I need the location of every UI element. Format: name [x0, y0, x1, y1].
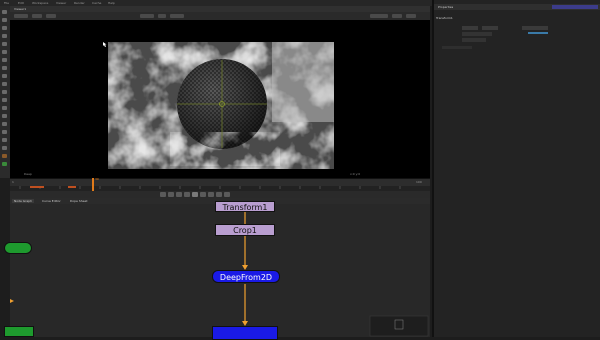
toolsets-tool-icon[interactable] — [2, 106, 7, 110]
current-frame: 30 — [95, 177, 99, 181]
play-forward-button[interactable] — [200, 192, 206, 197]
keyframe-marker[interactable] — [30, 186, 44, 188]
particles-tool-icon[interactable] — [2, 130, 7, 134]
zoom-dropdown[interactable] — [370, 14, 388, 18]
alpha-dropdown[interactable] — [46, 14, 56, 18]
channel-tool-icon[interactable] — [2, 34, 7, 38]
color-tool-icon[interactable] — [2, 42, 7, 46]
properties-tab-bar: Properties — [434, 4, 600, 10]
channels-dropdown[interactable] — [14, 14, 28, 18]
gizmo-tool-icon[interactable] — [2, 146, 7, 150]
input-b-dropdown[interactable] — [170, 14, 184, 18]
properties-row — [442, 32, 592, 36]
viewer-image — [103, 42, 334, 169]
read-node[interactable] — [4, 242, 32, 254]
other-tool-icon[interactable] — [2, 114, 7, 118]
scale-field[interactable] — [462, 38, 486, 42]
viewer-status-right: x:0 y:0 — [350, 172, 361, 176]
properties-controls[interactable] — [552, 5, 598, 9]
viewer-status-left: Deep — [24, 172, 32, 176]
viewer-canvas[interactable] — [10, 20, 430, 178]
furnace-tool-icon[interactable] — [2, 138, 7, 142]
write-node[interactable] — [4, 326, 34, 337]
center-field[interactable] — [522, 26, 548, 30]
link-text[interactable] — [528, 32, 548, 34]
play-back-button[interactable] — [184, 192, 190, 197]
prev-frame-button[interactable] — [176, 192, 182, 197]
transform-tool-icon[interactable] — [2, 74, 7, 78]
tab-node-graph[interactable]: Node Graph — [12, 199, 34, 203]
read-tool-icon[interactable] — [2, 10, 7, 14]
crop1-node[interactable]: Crop1 — [215, 224, 275, 236]
tab-properties[interactable]: Properties — [438, 5, 453, 9]
input-a-dropdown[interactable] — [140, 14, 154, 18]
last-frame-button[interactable] — [224, 192, 230, 197]
ofx-tool-icon[interactable] — [2, 154, 7, 158]
deep-output-node[interactable] — [212, 326, 278, 340]
prev-key-button[interactable] — [168, 192, 174, 197]
views-tool-icon[interactable] — [2, 90, 7, 94]
deep-tool-icon[interactable] — [2, 122, 7, 126]
deepfrom2d-label: DeepFrom2D — [219, 273, 273, 282]
python-tool-icon[interactable] — [2, 162, 7, 166]
keyer-tool-icon[interactable] — [2, 58, 7, 62]
filter-tool-icon[interactable] — [2, 50, 7, 54]
properties-row — [442, 38, 592, 42]
rotate-field[interactable] — [462, 32, 492, 36]
timeline-end: 100 — [416, 180, 422, 184]
next-frame-button[interactable] — [208, 192, 214, 197]
keyframe-marker[interactable] — [68, 186, 76, 188]
stop-button[interactable] — [192, 192, 198, 197]
node-graph[interactable]: Transform1 Crop1 DeepFrom2D — [4, 201, 430, 340]
playhead[interactable]: 30 — [92, 177, 99, 191]
timeline-start: 1 — [12, 180, 14, 184]
merge-tool-icon[interactable] — [2, 66, 7, 70]
lut-dropdown[interactable] — [406, 14, 416, 18]
draw-tool-icon[interactable] — [2, 18, 7, 22]
tab-dope-sheet[interactable]: Dope Sheet — [68, 199, 90, 203]
mouse-cursor-icon — [103, 42, 107, 47]
transport-controls — [10, 191, 430, 198]
properties-row — [442, 46, 592, 50]
node-graph-minimap[interactable] — [369, 315, 429, 337]
next-key-button[interactable] — [216, 192, 222, 197]
input-arrow-icon — [10, 299, 14, 303]
transform1-node[interactable]: Transform1 — [215, 201, 275, 212]
properties-node-title: Transform1 — [436, 16, 453, 20]
wipe-dropdown[interactable] — [158, 14, 166, 18]
first-frame-button[interactable] — [160, 192, 166, 197]
translate-x-field[interactable] — [462, 26, 478, 30]
rgba-dropdown[interactable] — [32, 14, 42, 18]
filter-dropdown[interactable] — [442, 46, 472, 49]
3d-tool-icon[interactable] — [2, 82, 7, 86]
translate-y-field[interactable] — [482, 26, 498, 30]
properties-row — [442, 26, 592, 30]
tab-viewer1[interactable]: Viewer1 — [14, 7, 26, 11]
time-tool-icon[interactable] — [2, 26, 7, 30]
proxy-toggle[interactable] — [392, 14, 402, 18]
metadata-tool-icon[interactable] — [2, 98, 7, 102]
tab-curve-editor[interactable]: Curve Editor — [40, 199, 63, 203]
properties-panel — [432, 0, 600, 337]
deepfrom2d-node[interactable]: DeepFrom2D — [212, 270, 280, 283]
